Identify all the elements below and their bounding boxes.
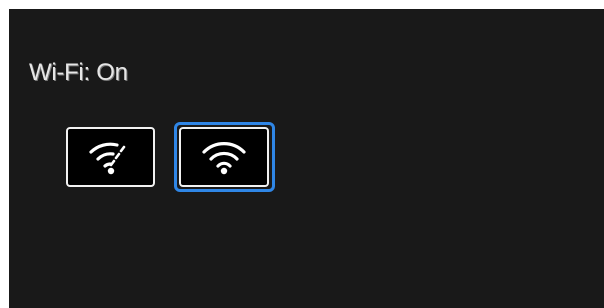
wifi-on-button[interactable]: [179, 127, 269, 187]
wifi-settings-panel: Wi-Fi: On: [9, 9, 604, 308]
wifi-icon: [202, 142, 246, 175]
wifi-off-icon: [88, 142, 125, 175]
wifi-off-button[interactable]: [66, 127, 155, 187]
wifi-status-label: Wi-Fi: On: [29, 59, 128, 86]
